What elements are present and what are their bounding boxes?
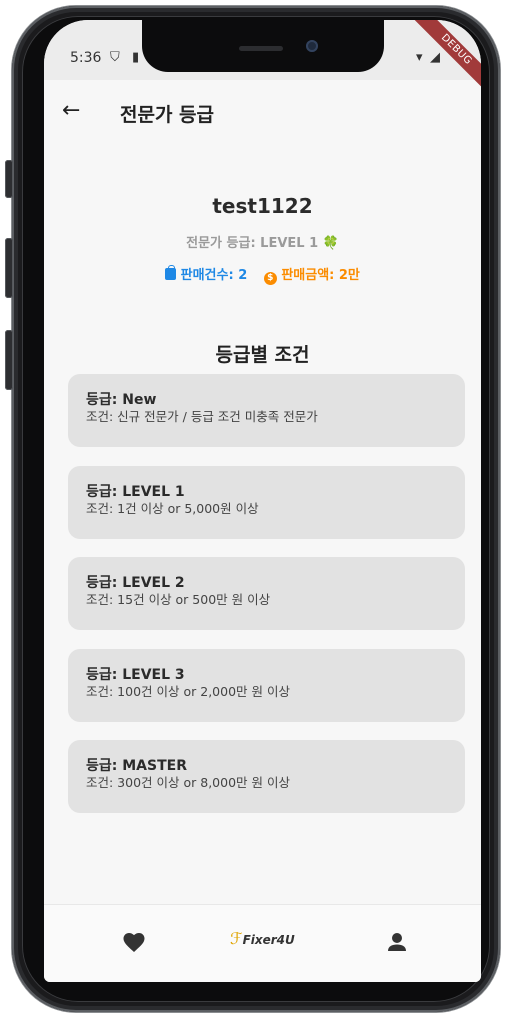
sales-amount: $ 판매금액: 2만: [263, 268, 360, 285]
speaker: [239, 46, 283, 51]
level-title: 등급: New: [86, 392, 157, 408]
sales-stats: 판매건수: 2 $ 판매금액: 2만: [44, 264, 481, 285]
favorites-tab[interactable]: [122, 931, 146, 957]
bottom-navigation: ℱFixer4U: [44, 904, 481, 982]
level-condition: 조건: 1건 이상 or 5,000원 이상: [86, 500, 259, 516]
app-screen: 5:36 ⛉ ▮ ▾ ◢ DEBUG ← 전문가 등급 test1122 전문가…: [44, 20, 481, 982]
sales-count-label: 판매건수: 2: [180, 268, 248, 283]
side-button: [5, 160, 13, 198]
status-bar: 5:36 ⛉ ▮ ▾ ◢ DEBUG: [44, 20, 481, 95]
signal-icon: ◢: [430, 50, 440, 65]
level-card: 등급: LEVEL 2 조건: 15건 이상 or 500만 원 이상: [68, 557, 465, 630]
level-card: 등급: LEVEL 1 조건: 1건 이상 or 5,000원 이상: [68, 465, 465, 539]
back-arrow-icon[interactable]: ←: [62, 98, 80, 123]
sales-count: 판매건수: 2: [165, 265, 252, 283]
level-card: 등급: LEVEL 3 조건: 100건 이상 or 2,000만 원 이상: [68, 648, 465, 722]
section-title: 등급별 조건: [215, 344, 310, 366]
app-logo-text: Fixer4U: [242, 933, 295, 947]
page-title: 전문가 등급: [120, 104, 215, 126]
level-condition: 조건: 15건 이상 or 500만 원 이상: [86, 592, 271, 607]
heart-icon: [123, 933, 145, 952]
level-title: 등급: LEVEL 1: [86, 483, 185, 500]
level-card: 등급: MASTER 조건: 300건 이상 or 8,000만 원 이상: [68, 740, 465, 813]
level-condition: 조건: 300건 이상 or 8,000만 원 이상: [86, 775, 290, 790]
sales-amount-label: 판매금액: 2만: [281, 268, 360, 283]
level-list: 등급: New 조건: 신규 전문가 / 등급 조건 미충족 전문가 등급: L…: [68, 374, 465, 832]
side-button: [5, 238, 13, 298]
notch: [142, 20, 384, 72]
front-camera: [306, 40, 318, 52]
sd-card-icon: ▮: [132, 50, 140, 65]
level-condition: 조건: 신규 전문가 / 등급 조건 미충족 전문가: [86, 409, 318, 424]
level-title: 등급: MASTER: [86, 758, 187, 774]
level-title: 등급: LEVEL 2: [86, 575, 185, 591]
side-button: [5, 330, 13, 390]
fixer-logo-icon: ℱ: [230, 929, 243, 948]
home-logo-tab[interactable]: ℱFixer4U: [230, 929, 295, 948]
person-icon: [388, 933, 406, 951]
expert-grade: 전문가 등급: LEVEL 1 🍀: [186, 236, 339, 251]
status-time: 5:36: [70, 50, 102, 66]
level-title: 등급: LEVEL 3: [86, 666, 185, 683]
wifi-icon: ▾: [416, 50, 423, 65]
username: test1122: [212, 194, 313, 218]
profile-tab[interactable]: [386, 931, 408, 957]
level-condition: 조건: 100건 이상 or 2,000만 원 이상: [86, 683, 290, 699]
shield-icon: ⛉: [110, 50, 120, 65]
coin-icon: $: [263, 272, 277, 285]
level-card: 등급: New 조건: 신규 전문가 / 등급 조건 미충족 전문가: [68, 374, 465, 447]
app-bar: ← 전문가 등급: [44, 80, 481, 144]
shopping-bag-icon: [165, 265, 177, 280]
